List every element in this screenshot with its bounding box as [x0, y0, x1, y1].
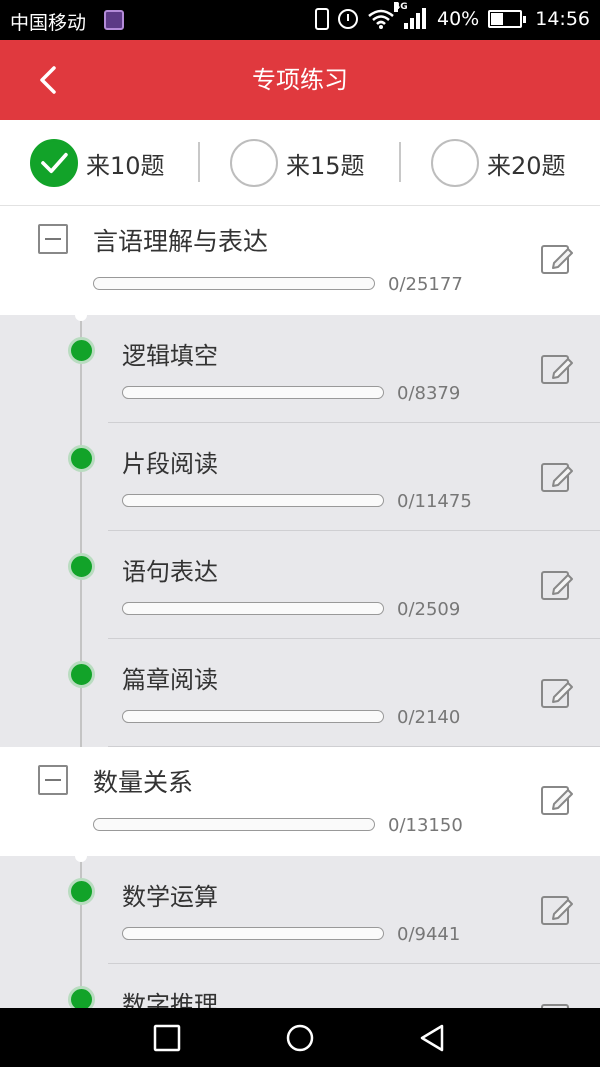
network-type: 4G — [394, 2, 408, 12]
progress-bar — [122, 710, 384, 723]
progress-bar — [122, 927, 384, 940]
timeline-dot-icon — [68, 337, 95, 364]
progress-count: 0/2509 — [397, 599, 461, 620]
progress-count: 0/13150 — [388, 815, 463, 836]
navigation-bar — [0, 1008, 600, 1067]
subcategory-row[interactable]: 逻辑填空 0/8379 — [0, 315, 600, 423]
progress-bar — [93, 277, 375, 290]
timeline-dot-icon — [68, 878, 95, 905]
subcategory-row[interactable]: 篇章阅读 0/2140 — [0, 639, 600, 747]
count-option-label: 来20题 — [487, 151, 566, 180]
count-option-2[interactable]: 来20题 — [431, 138, 566, 188]
edit-icon[interactable] — [540, 675, 574, 709]
recent-apps-icon[interactable] — [151, 1022, 183, 1054]
subcategory-list: 逻辑填空 0/8379 片段阅读 0/11475 语句表达 0/2509 篇章阅读 0/214… — [0, 313, 600, 747]
category-name: 数量关系 — [93, 768, 194, 797]
subcategory-list: 数学运算 0/9441 数字推理 — [0, 854, 600, 1008]
edit-icon[interactable] — [540, 567, 574, 601]
check-icon[interactable] — [30, 139, 78, 187]
status-bar: 中国移动 4G 40% 14:56 — [0, 0, 600, 40]
timeline-dot-icon — [68, 445, 95, 472]
subcategory-row[interactable]: 语句表达 0/2509 — [0, 531, 600, 639]
chevron-left-icon[interactable] — [26, 58, 70, 102]
collapse-icon[interactable] — [38, 224, 68, 254]
subcategory-name: 片段阅读 — [122, 450, 218, 478]
app-header: 专项练习 — [0, 40, 600, 120]
battery-percent: 40% — [437, 8, 480, 30]
edit-icon[interactable] — [540, 892, 574, 926]
option-divider — [399, 142, 401, 182]
carrier-name: 中国移动 — [10, 12, 87, 34]
count-option-1[interactable]: 来15题 — [230, 138, 365, 188]
count-option-label: 来15题 — [286, 151, 365, 180]
subcategory-row[interactable]: 片段阅读 0/11475 — [0, 423, 600, 531]
category-list[interactable]: 言语理解与表达 0/25177 逻辑填空 0/8379 片段阅读 0/11475 语句表达 0… — [0, 206, 600, 1008]
count-option-label: 来10题 — [86, 151, 165, 180]
progress-count: 0/2140 — [397, 707, 461, 728]
progress-count: 0/25177 — [388, 274, 463, 295]
edit-icon[interactable] — [540, 1000, 574, 1008]
subcategory-row[interactable]: 数学运算 0/9441 — [0, 856, 600, 964]
wifi-icon — [368, 9, 394, 29]
battery-icon — [488, 10, 527, 28]
radio-circle-icon[interactable] — [230, 139, 278, 187]
page-title: 专项练习 — [252, 66, 348, 94]
progress-bar — [122, 386, 384, 399]
subcategory-name: 语句表达 — [122, 558, 218, 586]
subcategory-name: 数学运算 — [122, 883, 218, 911]
category-name: 言语理解与表达 — [93, 227, 269, 256]
edit-icon[interactable] — [540, 351, 574, 385]
category-row[interactable]: 数量关系 0/13150 — [0, 747, 600, 856]
edit-icon[interactable] — [540, 241, 574, 275]
progress-count: 0/8379 — [397, 383, 461, 404]
clock: 14:56 — [535, 8, 590, 30]
count-option-0[interactable]: 来10题 — [30, 138, 165, 188]
edit-icon[interactable] — [540, 782, 574, 816]
category-row[interactable]: 言语理解与表达 0/25177 — [0, 206, 600, 315]
timeline-dot-icon — [68, 553, 95, 580]
edit-icon[interactable] — [540, 459, 574, 493]
back-icon[interactable] — [416, 1022, 448, 1054]
subcategory-name: 数字推理 — [122, 991, 218, 1008]
progress-bar — [122, 494, 384, 507]
home-icon[interactable] — [284, 1022, 316, 1054]
progress-count: 0/9441 — [397, 924, 461, 945]
progress-bar — [93, 818, 375, 831]
collapse-icon[interactable] — [38, 765, 68, 795]
progress-count: 0/11475 — [397, 491, 472, 512]
alarm-icon — [338, 9, 358, 29]
radio-circle-icon[interactable] — [431, 139, 479, 187]
vibrate-icon — [315, 8, 329, 30]
notification-icon — [104, 10, 124, 30]
progress-bar — [122, 602, 384, 615]
option-divider — [198, 142, 200, 182]
subcategory-name: 逻辑填空 — [122, 342, 218, 370]
timeline-dot-icon — [68, 986, 95, 1008]
signal-icon: 4G — [394, 2, 428, 30]
subcategory-row[interactable]: 数字推理 — [0, 964, 600, 1008]
timeline-dot-icon — [68, 661, 95, 688]
subcategory-name: 篇章阅读 — [122, 666, 218, 694]
